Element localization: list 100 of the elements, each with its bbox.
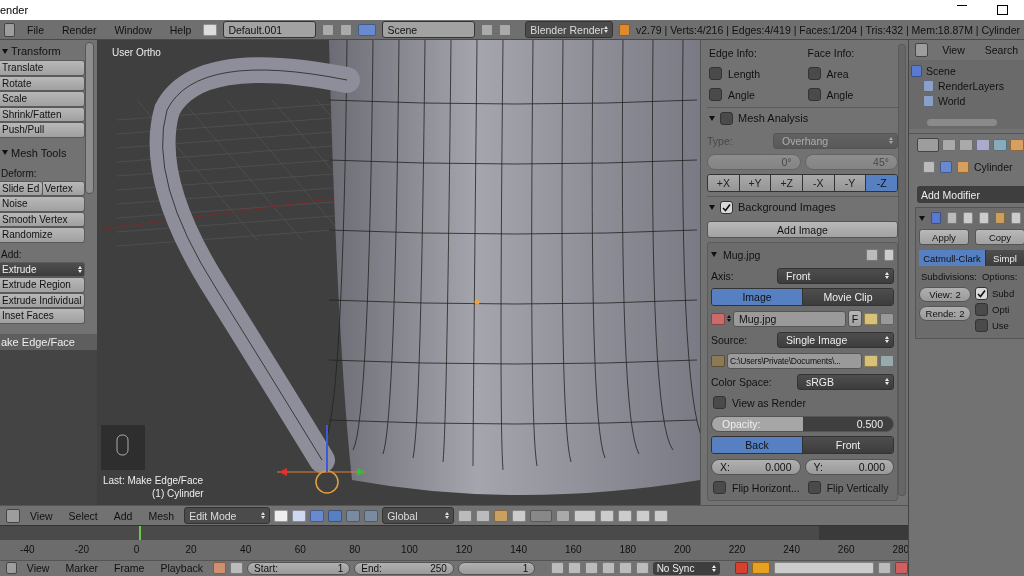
- menu-item[interactable]: Marker: [59, 562, 105, 575]
- toggle-button[interactable]: -Z: [866, 175, 897, 191]
- modifier-button[interactable]: Apply: [919, 229, 969, 245]
- toggle-button[interactable]: -Y: [834, 175, 867, 191]
- dropdown[interactable]: Front: [777, 267, 894, 284]
- expand-triangle-icon[interactable]: [919, 215, 925, 221]
- extrude-dropdown[interactable]: Extrude: [0, 261, 85, 277]
- frame-tick-label: 100: [400, 544, 419, 556]
- scrollbar[interactable]: [927, 119, 997, 126]
- subdivision-type-toggle[interactable]: Catmull-Clark: [919, 250, 986, 266]
- checkbox[interactable]: [975, 287, 988, 300]
- 3d-cursor-icon[interactable]: [276, 424, 366, 494]
- tool-button[interactable]: Inset Faces: [0, 308, 85, 324]
- menu-item[interactable]: Window: [108, 23, 158, 36]
- frame-tick-label: 200: [673, 544, 692, 556]
- tool-button[interactable]: Translate: [0, 60, 85, 76]
- toggle-button[interactable]: -X: [803, 175, 835, 191]
- add-image-button[interactable]: Add Image: [707, 221, 898, 238]
- checkbox[interactable]: [720, 111, 733, 125]
- start-frame-field[interactable]: Start: 1: [247, 561, 351, 575]
- outliner-item[interactable]: RenderLayers: [938, 79, 1004, 92]
- subdivision-type-toggle[interactable]: Simpl: [986, 250, 1024, 266]
- opacity-slider[interactable]: Opacity: 0.500: [711, 415, 894, 432]
- menu-item[interactable]: Search: [978, 44, 1024, 56]
- sync-dropdown[interactable]: No Sync: [652, 561, 720, 575]
- outliner-item[interactable]: Scene: [926, 64, 956, 77]
- menu-item[interactable]: Add: [107, 509, 139, 522]
- outliner-item[interactable]: World: [938, 94, 966, 107]
- restore-icon[interactable]: [997, 5, 1008, 15]
- layout-field[interactable]: Default.001: [223, 21, 317, 38]
- menu-item[interactable]: Playback: [154, 562, 210, 575]
- mode-dropdown[interactable]: Edit Mode: [184, 507, 271, 525]
- checkbox[interactable]: [713, 396, 726, 409]
- checkbox[interactable]: [975, 319, 988, 332]
- frame-tick-label: 120: [454, 544, 474, 556]
- frame-tick-label: 40: [239, 544, 253, 556]
- toggle-button[interactable]: +X: [708, 175, 740, 191]
- toggle-button[interactable]: Back: [712, 437, 803, 453]
- menu-item[interactable]: Frame: [108, 562, 151, 575]
- end-frame-field[interactable]: End: 250: [354, 561, 454, 575]
- playhead[interactable]: [138, 526, 141, 540]
- dropdown[interactable]: Single Image: [777, 331, 894, 348]
- section-label: Subdivisions:: [921, 271, 977, 282]
- scrollbar[interactable]: [85, 42, 94, 194]
- toggle-button[interactable]: Movie Clip: [803, 289, 893, 305]
- render-engine-dropdown[interactable]: Blender Render: [525, 21, 613, 38]
- add-modifier-dropdown[interactable]: Add Modifier: [917, 186, 1024, 203]
- up-down-arrows-icon: [885, 378, 889, 385]
- checkbox[interactable]: [807, 67, 821, 80]
- checkbox[interactable]: [720, 200, 733, 214]
- file-path-field[interactable]: C:\Users\Private\Documents\...: [727, 352, 862, 369]
- toggle-button[interactable]: +Y: [739, 175, 772, 191]
- scene-field[interactable]: Scene: [382, 21, 476, 38]
- tool-button[interactable]: Push/Pull: [0, 122, 85, 138]
- expand-triangle-icon[interactable]: [709, 204, 715, 210]
- menu-item[interactable]: View: [936, 44, 971, 56]
- expand-triangle-icon[interactable]: [2, 48, 8, 54]
- modifier-button[interactable]: Copy: [975, 229, 1024, 245]
- menu-item[interactable]: File: [21, 23, 50, 36]
- scene-statistics: v2.79 | Verts:4/216 | Edges:4/419 | Faces:1/204 | Tris:432 | Mem:18.87M | Cylinder: [635, 23, 1020, 36]
- 3d-viewport[interactable]: User Ortho Last: Make Edge/Face (1) Cylinder: [97, 40, 700, 505]
- toggle-button[interactable]: +Z: [771, 175, 803, 191]
- tool-button[interactable]: Randomize: [0, 227, 85, 243]
- current-frame-field[interactable]: 1: [457, 561, 536, 575]
- number-field[interactable]: X: 0.000: [711, 458, 801, 475]
- checkbox-label: Opti: [992, 304, 1010, 315]
- checkbox[interactable]: [709, 88, 722, 101]
- checkbox[interactable]: [807, 88, 821, 101]
- dropdown[interactable]: sRGB: [797, 373, 894, 390]
- frame-tick-label: 180: [618, 544, 638, 556]
- orientation-dropdown[interactable]: Global: [382, 507, 455, 525]
- checkbox[interactable]: [713, 481, 726, 494]
- menu-item[interactable]: Mesh: [142, 509, 181, 522]
- menu-item[interactable]: View: [20, 562, 56, 575]
- tool-button[interactable]: Extrude Region: [0, 277, 85, 293]
- tool-button[interactable]: Scale: [0, 91, 85, 107]
- toggle-button[interactable]: Front: [803, 437, 893, 453]
- frame-tick-label: -20: [73, 544, 91, 556]
- number-field[interactable]: Y: 0.000: [804, 458, 894, 475]
- tool-button[interactable]: Noise: [0, 196, 85, 212]
- expand-triangle-icon[interactable]: [709, 115, 715, 121]
- tool-button[interactable]: Slide Ed: [0, 180, 43, 196]
- level-field[interactable]: View: 2: [919, 287, 971, 302]
- menu-item[interactable]: Select: [62, 509, 104, 522]
- toggle-button[interactable]: Image: [712, 289, 803, 305]
- expand-triangle-icon[interactable]: [2, 150, 8, 155]
- menu-item[interactable]: Help: [163, 23, 198, 36]
- checkbox[interactable]: [975, 303, 988, 316]
- expand-triangle-icon[interactable]: [711, 252, 717, 257]
- scrollbar[interactable]: [898, 44, 906, 496]
- menu-item[interactable]: View: [24, 509, 59, 522]
- frame-tick-label: 220: [727, 544, 747, 556]
- checkbox[interactable]: [807, 481, 821, 494]
- menu-item[interactable]: Render: [55, 23, 103, 36]
- image-name-field[interactable]: Mug.jpg: [733, 310, 846, 327]
- tool-button[interactable]: Vertex: [42, 180, 85, 196]
- fake-user-button[interactable]: F: [848, 310, 862, 327]
- frame-tick-label: 140: [509, 544, 528, 556]
- checkbox[interactable]: [709, 67, 722, 80]
- level-field[interactable]: Rende: 2: [919, 306, 971, 321]
